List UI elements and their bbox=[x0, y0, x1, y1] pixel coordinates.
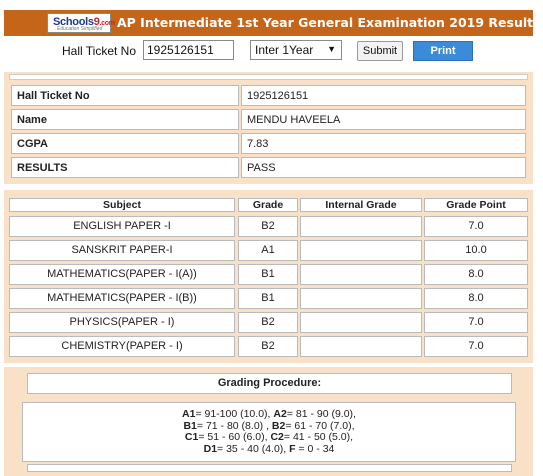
grade-cell-subject: SANSKRIT PAPER-I bbox=[9, 240, 235, 261]
year-select[interactable]: Inter 1Year ▼ bbox=[250, 40, 342, 60]
info-value: PASS bbox=[241, 157, 526, 178]
print-button[interactable]: Print bbox=[413, 41, 473, 61]
procedure-line-4: D1= 35 - 40 (4.0), F = 0 - 34 bbox=[203, 442, 335, 455]
info-row-hall-ticket: Hall Ticket No 1925126151 bbox=[11, 85, 526, 106]
results-header: Schools9.com Education Simplified AP Int… bbox=[4, 10, 541, 36]
info-value: MENDU HAVEELA bbox=[241, 109, 526, 130]
procedure-bottom-strip bbox=[27, 464, 512, 472]
grade-cell-grade: B2 bbox=[238, 216, 298, 237]
grades-header-subject: Subject bbox=[9, 198, 235, 212]
dropdown-arrow-icon: ▼ bbox=[327, 44, 336, 54]
grade-cell-point: 8.0 bbox=[424, 288, 528, 309]
grade-cell-internal bbox=[300, 264, 422, 285]
grades-header-internal: Internal Grade bbox=[300, 198, 422, 212]
info-value: 7.83 bbox=[241, 133, 526, 154]
grade-cell-point: 7.0 bbox=[424, 312, 528, 333]
grade-cell-grade: B1 bbox=[238, 288, 298, 309]
info-row-cgpa: CGPA 7.83 bbox=[11, 133, 526, 154]
grade-cell-point: 7.0 bbox=[424, 336, 528, 357]
hall-ticket-label: Hall Ticket No bbox=[62, 44, 137, 58]
grading-procedure-text: A1= 91-100 (10.0), A2= 81 - 90 (9.0), B1… bbox=[22, 402, 516, 462]
grade-cell-internal bbox=[300, 312, 422, 333]
grade-cell-internal bbox=[300, 288, 422, 309]
grades-header-grade: Grade bbox=[238, 198, 298, 212]
grade-cell-subject: PHYSICS(PAPER - I) bbox=[9, 312, 235, 333]
grade-cell-internal bbox=[300, 336, 422, 357]
info-key: Name bbox=[11, 109, 239, 130]
grading-procedure-title: Grading Procedure: bbox=[27, 373, 512, 394]
grade-cell-point: 7.0 bbox=[424, 216, 528, 237]
grade-cell-subject: ENGLISH PAPER -I bbox=[9, 216, 235, 237]
search-form: Hall Ticket No 1925126151 Inter 1Year ▼ … bbox=[0, 38, 543, 64]
grade-cell-grade: B2 bbox=[238, 336, 298, 357]
page-title: AP Intermediate 1st Year General Examina… bbox=[117, 15, 541, 30]
hall-ticket-input[interactable]: 1925126151 bbox=[143, 40, 234, 60]
panel-top-strip bbox=[9, 74, 528, 80]
schools9-logo[interactable]: Schools9.com Education Simplified bbox=[47, 13, 115, 33]
grades-header-point: Grade Point bbox=[424, 198, 528, 212]
grade-cell-internal bbox=[300, 240, 422, 261]
grade-cell-point: 10.0 bbox=[424, 240, 528, 261]
grade-cell-subject: MATHEMATICS(PAPER - I(B)) bbox=[9, 288, 235, 309]
logo-tagline: Education Simplified bbox=[57, 26, 103, 32]
info-key: RESULTS bbox=[11, 157, 239, 178]
year-select-value: Inter 1Year bbox=[255, 43, 314, 57]
info-row-name: Name MENDU HAVEELA bbox=[11, 109, 526, 130]
submit-button[interactable]: Submit bbox=[357, 41, 403, 61]
info-row-results: RESULTS PASS bbox=[11, 157, 526, 178]
grade-cell-subject: CHEMISTRY(PAPER - I) bbox=[9, 336, 235, 357]
info-key: Hall Ticket No bbox=[11, 85, 239, 106]
grade-cell-internal bbox=[300, 216, 422, 237]
grade-cell-point: 8.0 bbox=[424, 264, 528, 285]
grade-cell-subject: MATHEMATICS(PAPER - I(A)) bbox=[9, 264, 235, 285]
grade-cell-grade: B2 bbox=[238, 312, 298, 333]
grade-cell-grade: B1 bbox=[238, 264, 298, 285]
info-key: CGPA bbox=[11, 133, 239, 154]
info-value: 1925126151 bbox=[241, 85, 526, 106]
grade-cell-grade: A1 bbox=[238, 240, 298, 261]
